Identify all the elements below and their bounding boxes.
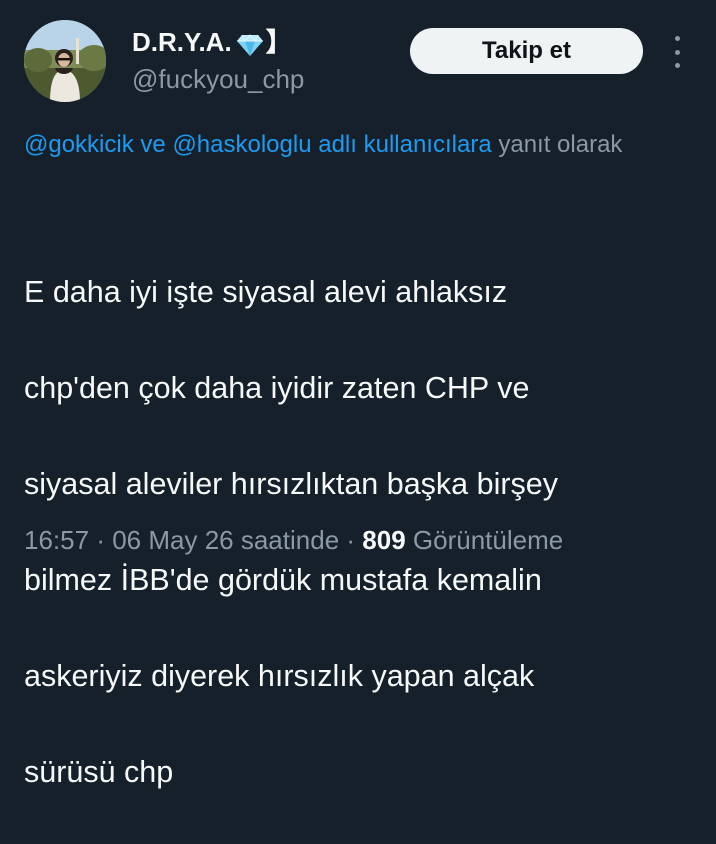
profile-photo-avatar: [24, 20, 106, 102]
display-name[interactable]: D.R.Y.A. 】: [132, 24, 392, 60]
views-count[interactable]: 809: [362, 525, 405, 555]
more-dot: [674, 36, 680, 41]
name-suffix: 】: [265, 27, 292, 57]
tweet-text-line: askeriyiz diyerek hırsızlık yapan alçak: [24, 659, 535, 693]
reply-context: @gokkicik ve @haskologlu adlı kullanıcıl…: [24, 126, 704, 164]
user-meta: D.R.Y.A. 】 @fuckyou_chp: [132, 24, 392, 96]
tweet-header: D.R.Y.A. 】 @fuckyou_chp Takip et: [24, 20, 692, 104]
mention-connector[interactable]: ve: [140, 131, 165, 158]
views-label[interactable]: Görüntüleme: [413, 525, 563, 555]
avatar[interactable]: [24, 20, 106, 102]
tweet-meta: 16:57 · 06 May 26 saatinde · 809 Görüntü…: [24, 520, 714, 560]
mention-link[interactable]: @gokkicik: [24, 131, 134, 158]
follow-button[interactable]: Takip et: [410, 28, 643, 74]
meta-separator: ·: [346, 525, 356, 555]
reply-context-trailing: yanıt olarak: [498, 131, 623, 158]
gem-icon: [236, 30, 264, 56]
tweet-text-line: E daha iyi işte siyasal alevi ahlaksız: [24, 275, 508, 309]
display-name-text: D.R.Y.A.: [132, 27, 232, 57]
tweet-text-line: siyasal aleviler hırsızlıktan başka birş…: [24, 467, 558, 501]
tweet-date[interactable]: 06 May 26 saatinde: [112, 525, 339, 555]
mention-link[interactable]: @haskologlu: [172, 131, 311, 158]
tweet-detail: D.R.Y.A. 】 @fuckyou_chp Takip et @gokkic…: [0, 0, 716, 789]
mention-suffix[interactable]: adlı kullanıcılara: [318, 131, 491, 158]
tweet-text-line: chp'den çok daha iyidir zaten CHP ve: [24, 371, 530, 405]
meta-separator: ·: [96, 525, 105, 555]
more-dot: [674, 49, 680, 55]
more-vertical-icon[interactable]: [664, 36, 690, 68]
tweet-text-line: sürüsü chp: [24, 755, 174, 789]
tweet-time[interactable]: 16:57: [24, 525, 89, 555]
more-dot: [674, 63, 680, 68]
user-handle[interactable]: @fuckyou_chp: [132, 62, 392, 96]
tweet-text-line: bilmez İBB'de gördük mustafa kemalin: [24, 563, 542, 597]
